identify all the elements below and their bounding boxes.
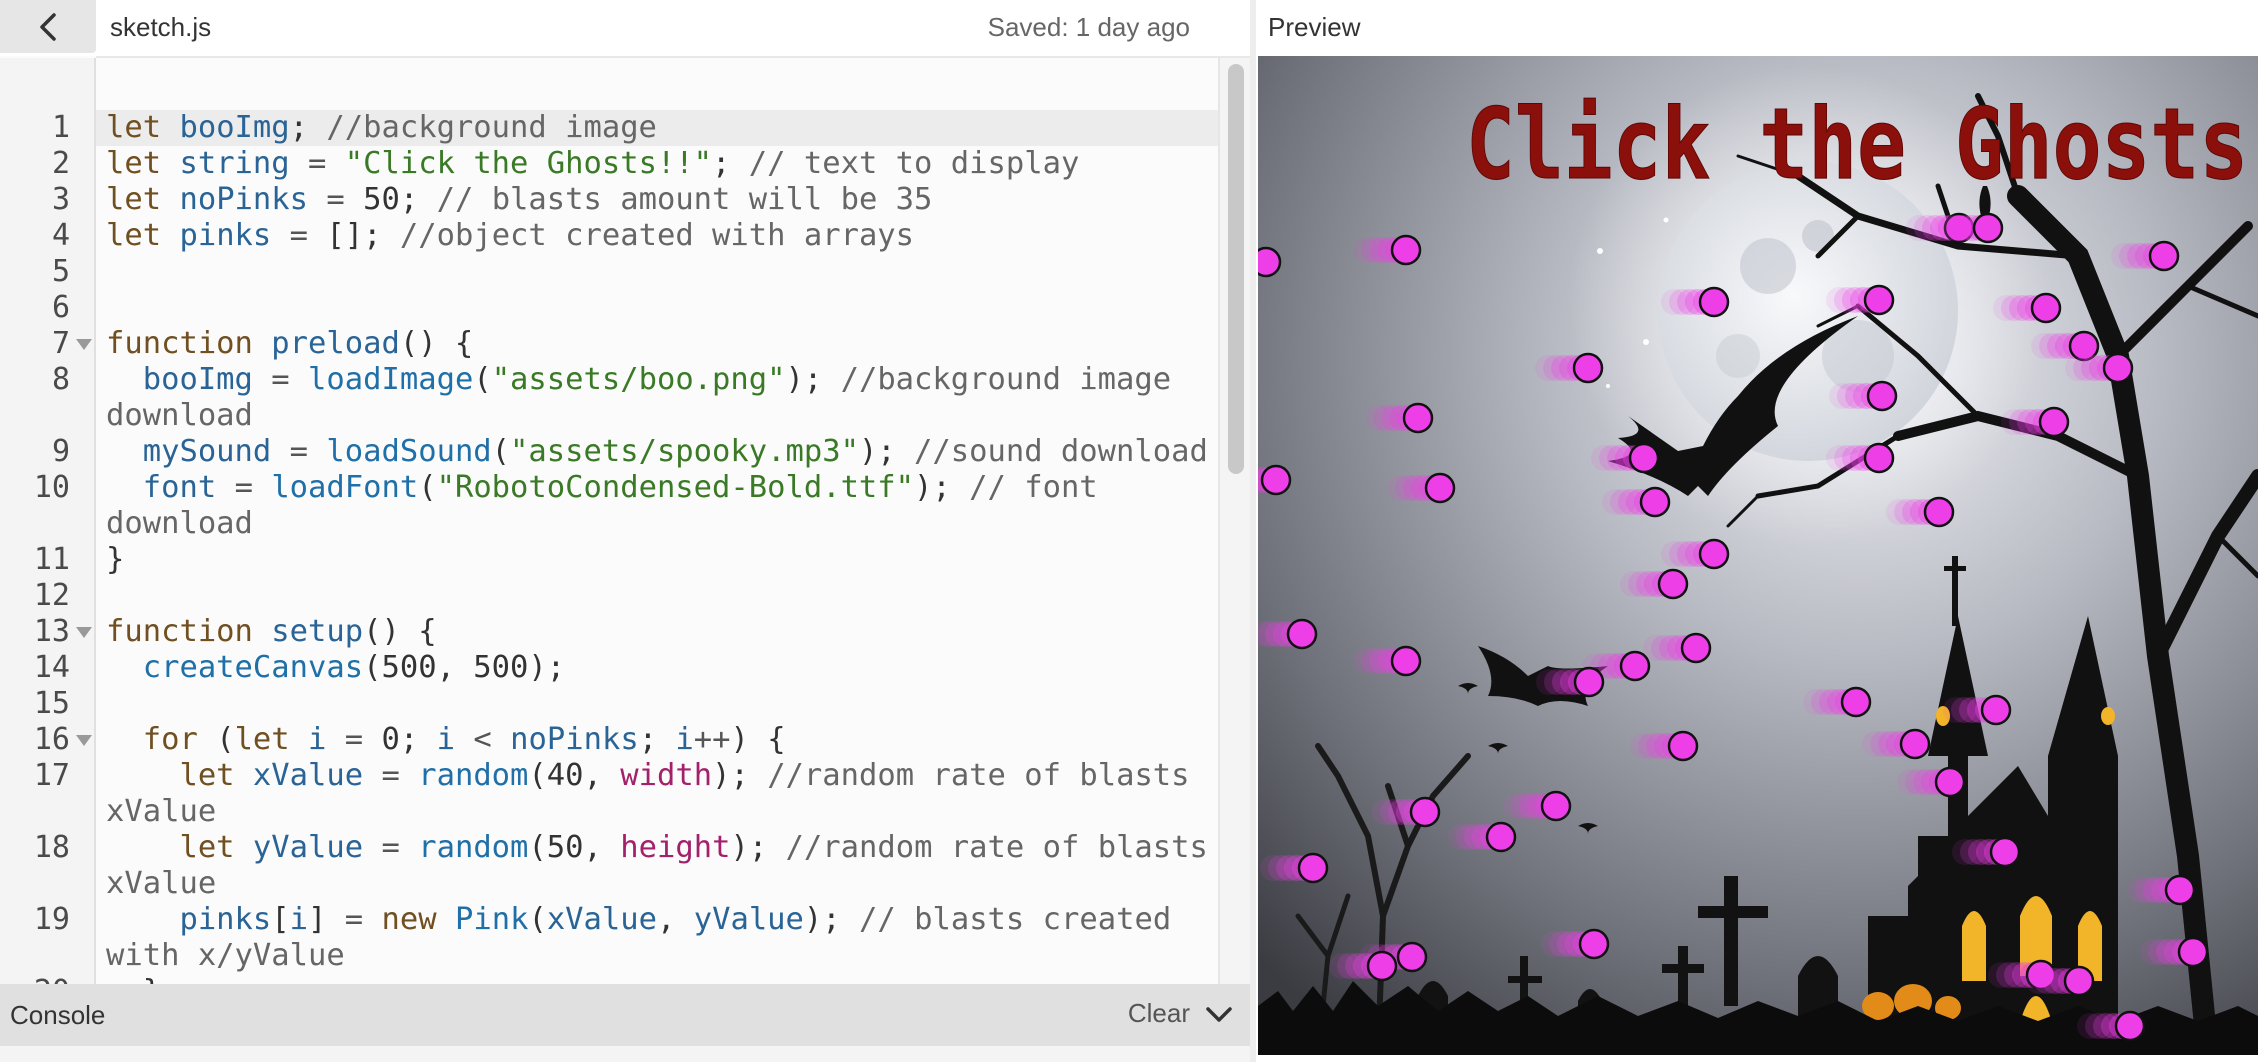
line-number: 9 bbox=[51, 434, 70, 469]
code-line-1[interactable]: let booImg; //background image bbox=[106, 110, 1208, 146]
line-number: 8 bbox=[51, 362, 70, 397]
code-line-4[interactable]: let pinks = []; //object created with ar… bbox=[106, 218, 1208, 254]
line-number: 1 bbox=[51, 110, 70, 145]
pink-blast[interactable] bbox=[1620, 568, 1689, 600]
pink-blast[interactable] bbox=[1952, 836, 2021, 868]
pink-blast[interactable] bbox=[1258, 464, 1292, 496]
pink-blast[interactable] bbox=[1258, 618, 1318, 650]
pink-blast[interactable] bbox=[1503, 790, 1572, 822]
file-name[interactable]: sketch.js bbox=[110, 12, 211, 43]
canvas-title: Click the Ghosts!! bbox=[1466, 88, 2258, 202]
pink-blast[interactable] bbox=[2001, 406, 2070, 438]
console-clear-button[interactable]: Clear bbox=[1128, 998, 1190, 1029]
pink-blast[interactable] bbox=[1993, 292, 2062, 324]
chevron-down-icon[interactable] bbox=[1202, 998, 1236, 1032]
line-number: 15 bbox=[33, 686, 70, 721]
line-number: 20 bbox=[0, 974, 70, 984]
line-number: 17 bbox=[33, 758, 70, 793]
console-label[interactable]: Console bbox=[10, 1000, 105, 1031]
code-line-19[interactable]: pinks[i] = new Pink(xValue, yValue); // … bbox=[106, 902, 1208, 974]
pink-blast[interactable] bbox=[1943, 694, 2012, 726]
pink-blast[interactable] bbox=[2140, 936, 2209, 968]
pink-blast[interactable] bbox=[1661, 538, 1730, 570]
sketch-canvas[interactable]: Click the Ghosts!! bbox=[1258, 56, 2258, 1055]
pink-blast[interactable] bbox=[1630, 730, 1699, 762]
pink-blast[interactable] bbox=[1387, 472, 1456, 504]
collapse-sidebar-button[interactable] bbox=[0, 0, 96, 53]
code-line-16[interactable]: for (let i = 0; i < noPinks; i++) { bbox=[106, 722, 1208, 758]
code-line-17[interactable]: let xValue = random(40, width); //random… bbox=[106, 758, 1208, 830]
code-editor[interactable]: let booImg; //background image let strin… bbox=[96, 58, 1218, 984]
pink-blast[interactable] bbox=[1661, 286, 1730, 318]
editor-scrollbar-thumb[interactable] bbox=[1228, 64, 1244, 474]
pink-blast[interactable] bbox=[1803, 686, 1872, 718]
pink-blast[interactable] bbox=[1862, 728, 1931, 760]
pink-blast[interactable] bbox=[2065, 352, 2134, 384]
fold-arrow-icon[interactable] bbox=[76, 339, 92, 350]
code-line-9[interactable]: mySound = loadSound("assets/spooky.mp3")… bbox=[106, 434, 1208, 470]
line-number: 11 bbox=[33, 542, 70, 577]
editor-panel: sketch.js Saved: 1 day ago 1 2 3 4 5 6 7 8 9 10 11… bbox=[0, 0, 1250, 1062]
line-number: 18 bbox=[33, 830, 70, 865]
pink-blast[interactable] bbox=[1353, 645, 1422, 677]
line-number: 12 bbox=[33, 578, 70, 613]
fold-arrow-icon[interactable] bbox=[76, 735, 92, 746]
pink-blast[interactable] bbox=[1897, 766, 1966, 798]
line-number: 6 bbox=[51, 290, 70, 325]
pink-blast[interactable] bbox=[1365, 402, 1434, 434]
pink-blast[interactable] bbox=[2111, 240, 2180, 272]
pink-blast[interactable] bbox=[1258, 246, 1282, 278]
pink-blast[interactable] bbox=[1886, 496, 1955, 528]
console-output bbox=[0, 1046, 1250, 1062]
code-line-8[interactable]: booImg = loadImage("assets/boo.png"); //… bbox=[106, 362, 1208, 434]
pink-blast[interactable] bbox=[1535, 352, 1604, 384]
pink-blast[interactable] bbox=[1826, 442, 1895, 474]
pink-blast[interactable] bbox=[1536, 666, 1605, 698]
line-number: 16 bbox=[33, 722, 70, 757]
fold-arrow-icon[interactable] bbox=[76, 627, 92, 638]
code-line-2[interactable]: let string = "Click the Ghosts!!"; // te… bbox=[106, 146, 1208, 182]
pink-blast[interactable] bbox=[1591, 442, 1660, 474]
pink-blast[interactable] bbox=[1643, 632, 1712, 664]
code-line-10[interactable]: font = loadFont("RobotoCondensed-Bold.tt… bbox=[106, 470, 1208, 542]
line-number: 2 bbox=[51, 146, 70, 181]
console-bar: Console Clear bbox=[0, 984, 1250, 1046]
code-line-18[interactable]: let yValue = random(50, height); //rando… bbox=[106, 830, 1208, 902]
pink-blast[interactable] bbox=[1829, 380, 1898, 412]
line-number: 19 bbox=[33, 902, 70, 937]
line-number: 13 bbox=[33, 614, 70, 649]
code-line-14[interactable]: createCanvas(500, 500); bbox=[106, 650, 1208, 686]
pink-blast[interactable] bbox=[2127, 874, 2196, 906]
pink-blast[interactable] bbox=[1541, 928, 1610, 960]
line-number: 14 bbox=[33, 650, 70, 685]
pink-blast[interactable] bbox=[2077, 1010, 2146, 1042]
line-number: 10 bbox=[33, 470, 70, 505]
line-number: 7 bbox=[51, 326, 70, 361]
pink-blast[interactable] bbox=[1372, 796, 1441, 828]
pink-blast[interactable] bbox=[1353, 234, 1422, 266]
pink-blast[interactable] bbox=[1448, 821, 1517, 853]
saved-status: Saved: 1 day ago bbox=[987, 12, 1190, 42]
pink-blast[interactable] bbox=[1602, 486, 1671, 518]
editor-scrollbar[interactable] bbox=[1218, 58, 1250, 984]
code-line-11[interactable]: } bbox=[106, 542, 1208, 578]
line-number: 5 bbox=[51, 254, 70, 289]
chevron-left-icon bbox=[40, 12, 56, 41]
line-number-gutter: 1234567891011121314151617181920 bbox=[0, 58, 96, 984]
line-number: 4 bbox=[51, 218, 70, 253]
pink-blast[interactable] bbox=[2026, 965, 2095, 997]
code-line-7[interactable]: function preload() { bbox=[106, 326, 1208, 362]
pink-blast[interactable] bbox=[1329, 950, 1398, 982]
code-line-20[interactable]: } bbox=[106, 974, 1208, 984]
pink-blast[interactable] bbox=[1826, 284, 1895, 316]
code-line-13[interactable]: function setup() { bbox=[106, 614, 1208, 650]
preview-label: Preview bbox=[1268, 12, 1361, 42]
editor-header: sketch.js Saved: 1 day ago bbox=[0, 0, 1250, 56]
pink-blast[interactable] bbox=[1935, 212, 2004, 244]
pink-blast[interactable] bbox=[1260, 852, 1329, 884]
line-number: 3 bbox=[51, 182, 70, 217]
preview-panel: Preview Click the Ghosts!! bbox=[1256, 0, 2264, 1062]
code-line-3[interactable]: let noPinks = 50; // blasts amount will … bbox=[106, 182, 1208, 218]
